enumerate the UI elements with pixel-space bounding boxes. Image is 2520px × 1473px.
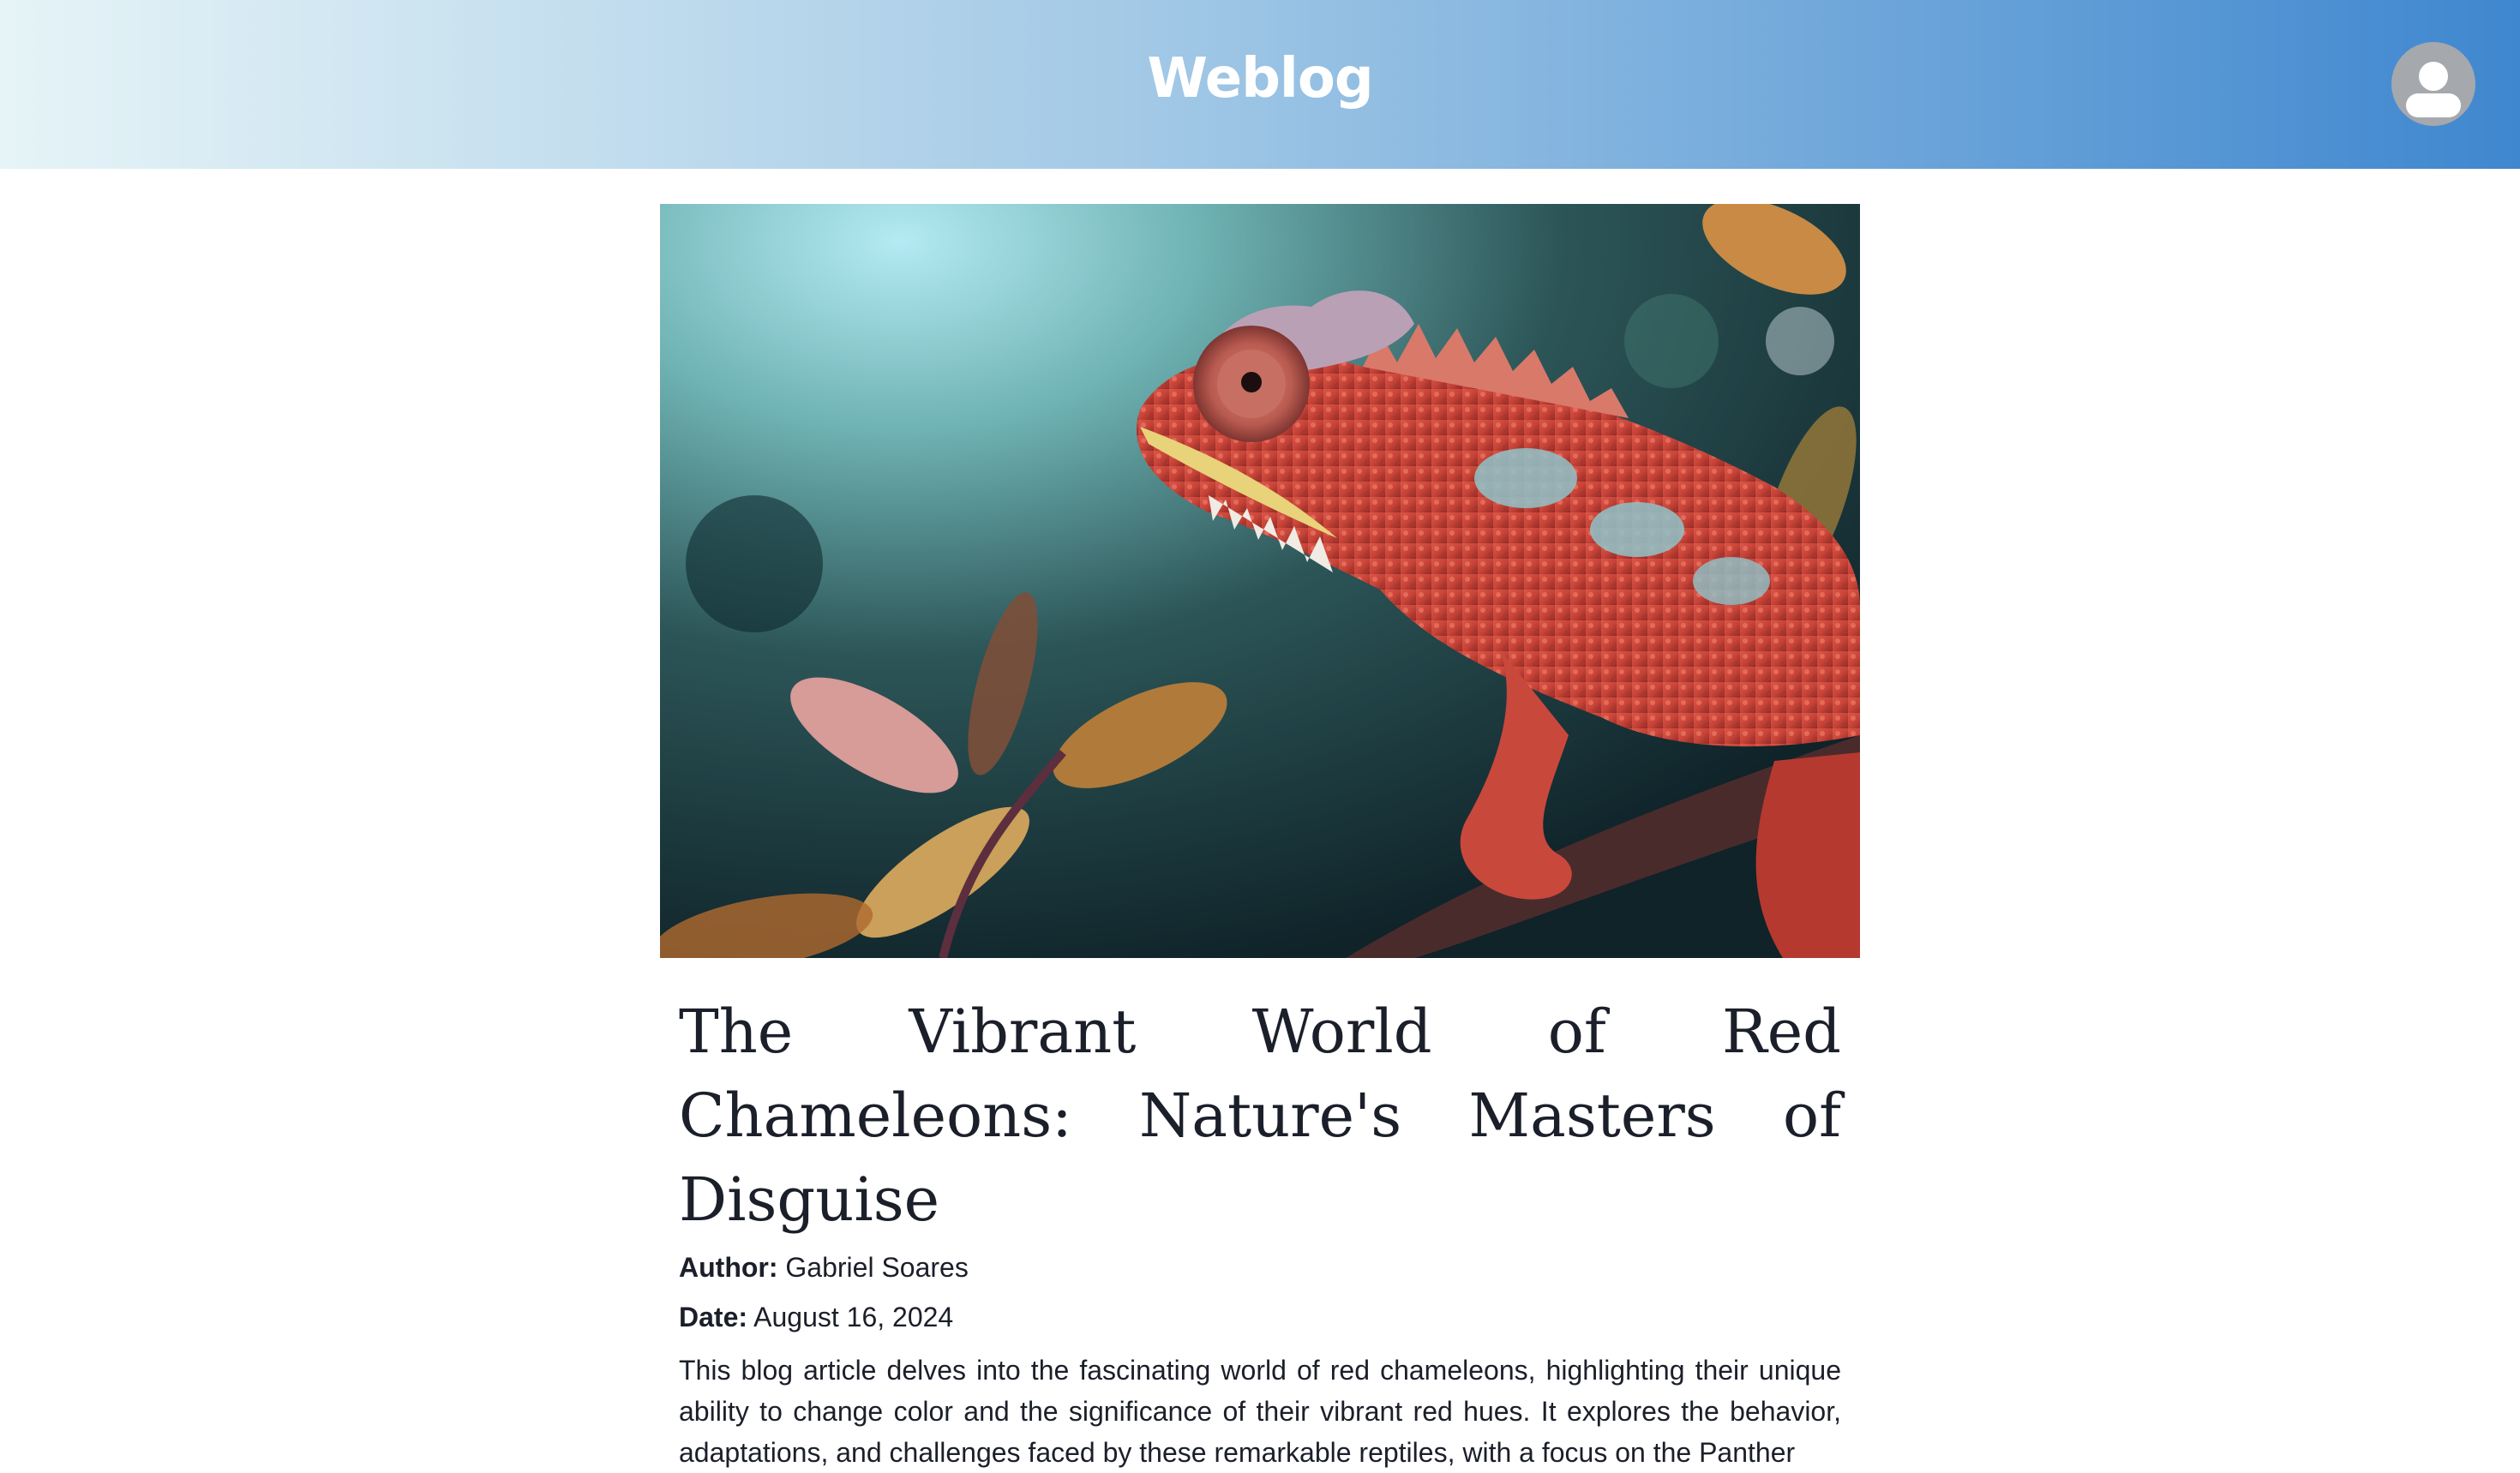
user-silhouette-icon [2406,62,2461,117]
article-author: Author: Gabriel Soares [679,1250,1841,1284]
hero-image [660,204,1860,958]
user-avatar-icon[interactable] [2391,42,2475,126]
site-header: Weblog [0,0,2520,169]
chameleon-photo [660,204,1860,958]
article-summary: This blog article delves into the fascin… [679,1355,1841,1468]
author-name: Gabriel Soares [785,1252,969,1283]
site-logo[interactable]: Weblog [0,47,2520,111]
article-date: Date: August 16, 2024 [679,1300,1841,1334]
date-label: Date: [679,1302,748,1332]
article-title: The Vibrant World of Red Chameleons: Nat… [679,997,1841,1235]
article: The Vibrant World of Red Chameleons: Nat… [679,990,1841,1473]
date-value: August 16, 2024 [753,1302,954,1332]
author-label: Author: [679,1252,778,1283]
